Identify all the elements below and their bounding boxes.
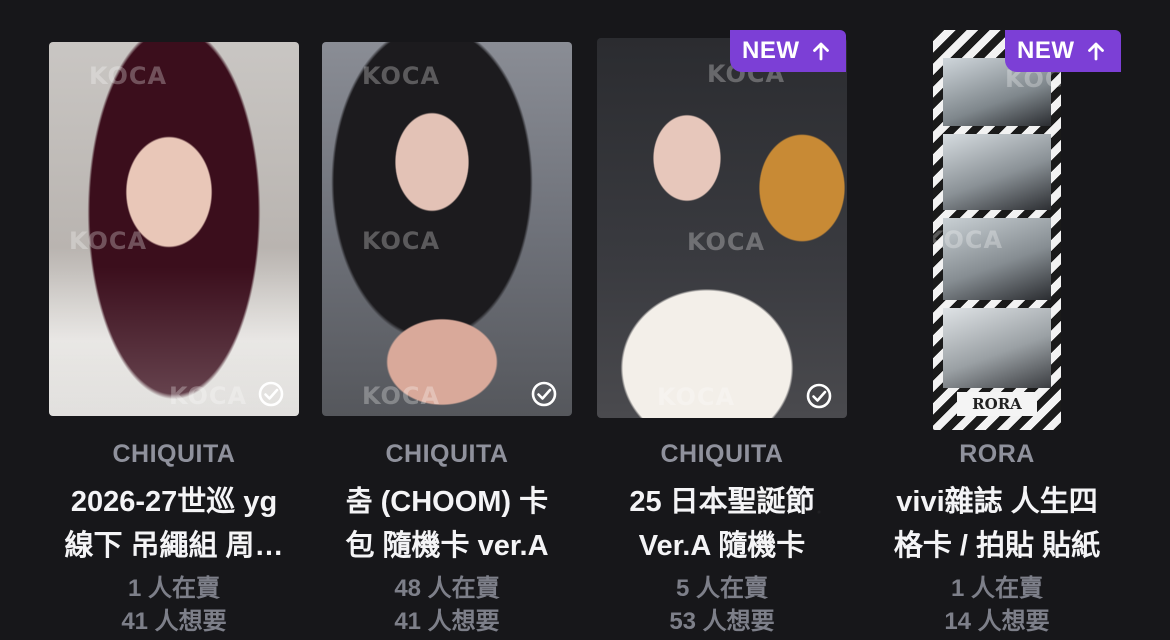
photo-art [322, 42, 572, 416]
selling-count: 48 人在賣 [394, 575, 500, 602]
watermark-text: KOCA [362, 227, 441, 255]
photocard-item[interactable]: KOCA KOCA KOCA CHIQUITA 2026-27世巡 yg 線下 … [22, 0, 299, 640]
photocard-image[interactable]: KOCA KOCA KOCA [49, 42, 299, 416]
wanting-count: 14 人想要 [944, 608, 1050, 635]
watermark-text: KOCA [687, 228, 766, 256]
title-line: 格卡 / 拍貼 貼紙 [893, 530, 1101, 562]
selling-count: 5 人在賣 [675, 575, 768, 602]
photo-frame-2 [943, 134, 1051, 210]
title-line: Ver.A 隨機卡 [638, 530, 806, 562]
new-badge: NEW [730, 30, 846, 72]
photocard-title[interactable]: 25 日本聖誕節 Ver.A 隨機卡 [597, 480, 847, 568]
photocard-item[interactable]: KOCA KOCA KOCA CHIQUITA 춤 (CHOOM) 卡 包 隨機… [297, 0, 572, 640]
watermark-text: KOCA [362, 382, 441, 410]
watermark-text: KOCA [933, 226, 1004, 254]
wanting-count: 41 人想要 [121, 608, 227, 635]
watermark-text: KOCA [89, 62, 168, 90]
arrow-up-icon [812, 42, 829, 61]
wanting-count: 41 人想要 [394, 608, 500, 635]
new-badge-label: NEW [1017, 37, 1075, 64]
photocard-image[interactable]: KOCA KOCA KOCA [322, 42, 572, 416]
artist-name: CHIQUITA [385, 440, 509, 468]
check-circle-icon[interactable] [805, 382, 833, 410]
photocard-title[interactable]: vivi雜誌 人生四 格卡 / 拍貼 貼紙 [872, 480, 1122, 568]
arrow-up-icon [1087, 42, 1104, 61]
artist-name: CHIQUITA [112, 440, 236, 468]
photo-frame-4 [943, 308, 1051, 388]
title-line: 包 隨機卡 ver.A [345, 530, 549, 562]
artist-name: CHIQUITA [660, 440, 784, 468]
title-line: vivi雜誌 人生四 [896, 486, 1098, 518]
artist-name: RORA [959, 440, 1035, 468]
selling-count: 1 人在賣 [127, 575, 220, 602]
check-circle-icon[interactable] [530, 380, 558, 408]
photocard-grid: KOCA KOCA KOCA CHIQUITA 2026-27世巡 yg 線下 … [0, 0, 1170, 640]
title-line: 25 日本聖誕節 [629, 486, 815, 518]
photocard-image[interactable]: RORA KOCA KOCA [933, 30, 1061, 430]
selling-count: 1 人在賣 [950, 575, 1043, 602]
photocard-title[interactable]: 춤 (CHOOM) 卡 包 隨機卡 ver.A [322, 480, 572, 568]
watermark-text: KOCA [69, 227, 148, 255]
photocard-title[interactable]: 2026-27世巡 yg 線下 吊繩組 周… [49, 480, 299, 568]
watermark-text: KOCA [362, 62, 441, 90]
title-line: 2026-27世巡 yg [70, 486, 278, 518]
watermark-text: KOCA [169, 382, 248, 410]
photocard-item[interactable]: RORA KOCA KOCA NEW RORA vivi雜誌 人生四 格卡 / … [847, 0, 1122, 640]
photocard-image[interactable]: KOCA KOCA KOCA [597, 38, 847, 418]
photocard-item[interactable]: KOCA KOCA KOCA NEW CHIQUITA 25 日本聖誕節 Ver… [572, 0, 847, 640]
new-badge-label: NEW [742, 37, 800, 64]
wanting-count: 53 人想要 [669, 608, 775, 635]
title-line: 線下 吊繩組 周… [64, 530, 284, 562]
check-circle-icon[interactable] [257, 380, 285, 408]
watermark-text: KOCA [657, 383, 736, 411]
new-badge: NEW [1005, 30, 1121, 72]
title-line: 춤 (CHOOM) 卡 [345, 486, 549, 518]
photo-strip-caption: RORA [957, 392, 1037, 416]
